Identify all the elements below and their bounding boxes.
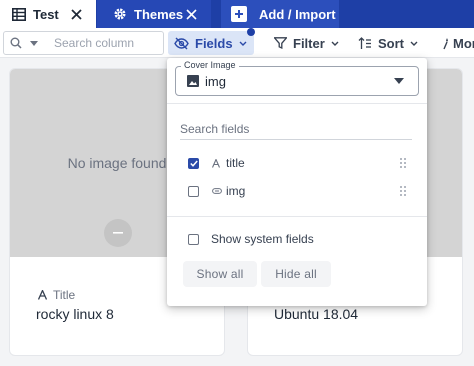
image-icon [187,75,199,87]
search-fields-input[interactable] [180,118,412,140]
close-icon[interactable] [71,8,82,20]
sort-button[interactable]: Sort [352,31,424,55]
tab-test-label: Test [33,6,59,22]
chevron-down-icon[interactable] [30,40,38,46]
filter-button[interactable]: Filter [268,31,345,55]
show-system-fields-label: Show system fields [211,232,314,246]
toolbar: Fields Filter Sort Mor [0,28,474,58]
cover-image-select[interactable]: img [175,66,419,96]
eye-off-icon [174,37,189,50]
field-title-checkbox[interactable] [188,157,199,169]
show-system-fields-row[interactable]: Show system fields [167,227,427,251]
search-column-box[interactable] [3,31,164,55]
card-field-label-text: Title [53,288,76,302]
text-type-icon [212,158,220,168]
tab-themes-label: Themes [134,6,184,22]
cover-image-value: img [205,73,226,89]
fields-label: Fields [195,35,233,51]
cover-image-label: Cover Image [181,60,239,70]
search-input[interactable] [54,36,154,50]
text-type-icon [38,290,47,300]
wand-icon [442,37,450,50]
card-title-value: Ubuntu 18.04 [274,306,359,322]
minus-icon [113,232,123,234]
attachment-icon [212,188,222,194]
add-import-button[interactable]: Add / Import [221,0,339,28]
divider [167,216,427,217]
divider [167,103,427,104]
sort-label: Sort [378,35,404,51]
chevron-down-icon [410,41,418,46]
sort-icon [358,36,372,50]
tab-test[interactable]: Test [0,0,96,28]
field-row-title[interactable]: title [167,151,427,175]
chevron-down-icon [394,78,404,84]
filter-label: Filter [293,35,325,51]
drag-handle-icon[interactable] [399,185,407,197]
card-title-value: rocky linux 8 [36,306,114,322]
more-button[interactable]: Mor [436,31,474,55]
add-import-label: Add / Import [259,6,336,22]
search-icon [10,37,22,49]
tab-themes[interactable]: Themes [97,0,211,28]
chevron-down-icon [239,41,247,46]
plus-icon [231,6,247,22]
filter-icon [274,37,287,49]
drag-handle-icon[interactable] [399,157,407,169]
table-icon [12,7,26,21]
show-all-button[interactable]: Show all [183,261,257,287]
field-row-img[interactable]: img [167,179,427,203]
field-img-checkbox[interactable] [188,185,199,197]
more-label: Mor [453,35,474,51]
close-icon[interactable] [186,8,197,20]
chevron-down-icon [331,41,339,46]
field-img-label: img [226,184,246,198]
show-system-fields-checkbox[interactable] [188,233,199,245]
fields-button[interactable]: Fields [168,31,254,55]
field-title-label: title [226,156,245,170]
fields-menu: img Cover Image title img Show system fi… [167,58,427,306]
fields-active-indicator [247,28,255,36]
card-field-label: Title [38,288,75,302]
tab-bar: Test Themes Add / Import [0,0,474,28]
gear-icon [113,7,127,21]
expand-card-button[interactable] [104,219,132,247]
hide-all-button[interactable]: Hide all [261,261,331,287]
